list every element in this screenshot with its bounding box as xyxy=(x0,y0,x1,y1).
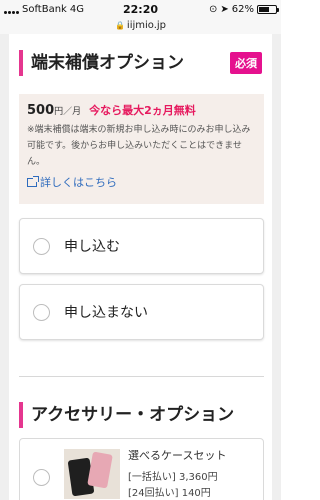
section-divider xyxy=(19,376,264,377)
product-price-lump: [一括払い] 3,360円 xyxy=(128,472,218,483)
lock-icon: 🔒 xyxy=(114,21,125,30)
content-card: 端末補償オプション 必須 500円／月 今なら最大2ヵ月無料 ※端末補償は端末の… xyxy=(9,34,272,500)
price: 500円／月 xyxy=(27,103,81,118)
device-option-title: 端末補償オプション xyxy=(19,50,184,76)
location-icon: ➤ xyxy=(220,4,229,15)
external-link-icon xyxy=(27,175,39,187)
status-bar: SoftBank 4G 22:20 ⊙ ➤ 62% xyxy=(0,0,281,20)
battery-icon xyxy=(257,5,279,14)
rotation-lock-icon: ⊙ xyxy=(208,4,218,15)
battery-percent: 62% xyxy=(231,4,254,15)
product-case-set[interactable]: 選べるケースセット [一括払い] 3,360円 [24回払い] 140円 xyxy=(19,438,264,500)
url-domain: iijmio.jp xyxy=(126,20,167,31)
radio-apply[interactable] xyxy=(33,237,50,255)
option-apply-label: 申し込む xyxy=(64,239,120,255)
radio-case-set[interactable] xyxy=(33,469,50,486)
details-link-label: 詳しくはこちら xyxy=(40,176,117,189)
status-right: ⊙ ➤ 62% xyxy=(208,4,279,15)
page-background: 端末補償オプション 必須 500円／月 今なら最大2ヵ月無料 ※端末補償は端末の… xyxy=(0,34,281,500)
product-price-installment: [24回払い] 140円 xyxy=(128,488,211,499)
promo-text: 今なら最大2ヵ月無料 xyxy=(89,104,196,117)
price-line: 500円／月 今なら最大2ヵ月無料 xyxy=(27,102,256,118)
url-bar[interactable]: 🔒 iijmio.jp xyxy=(0,20,281,34)
accessory-option-title: アクセサリー・オプション xyxy=(19,402,234,428)
required-badge: 必須 xyxy=(230,52,262,74)
pink-case-image xyxy=(87,451,113,489)
price-unit: 円／月 xyxy=(54,107,82,117)
device-option-note: ※端末補償は端末の新規お申し込み時にのみお申し込み可能です。後からお申し込みいた… xyxy=(27,125,251,167)
product-thumbnail xyxy=(64,449,120,499)
radio-decline[interactable] xyxy=(33,303,50,321)
option-apply[interactable]: 申し込む xyxy=(19,218,264,274)
option-decline-label: 申し込まない xyxy=(64,305,148,321)
details-link[interactable]: 詳しくはこちら xyxy=(27,174,256,190)
product-name: 選べるケースセット xyxy=(128,449,227,462)
option-decline[interactable]: 申し込まない xyxy=(19,284,264,340)
battery-level xyxy=(259,7,269,12)
price-value: 500 xyxy=(27,103,55,118)
device-option-info: 500円／月 今なら最大2ヵ月無料 ※端末補償は端末の新規お申し込み時にのみお申… xyxy=(19,94,264,204)
